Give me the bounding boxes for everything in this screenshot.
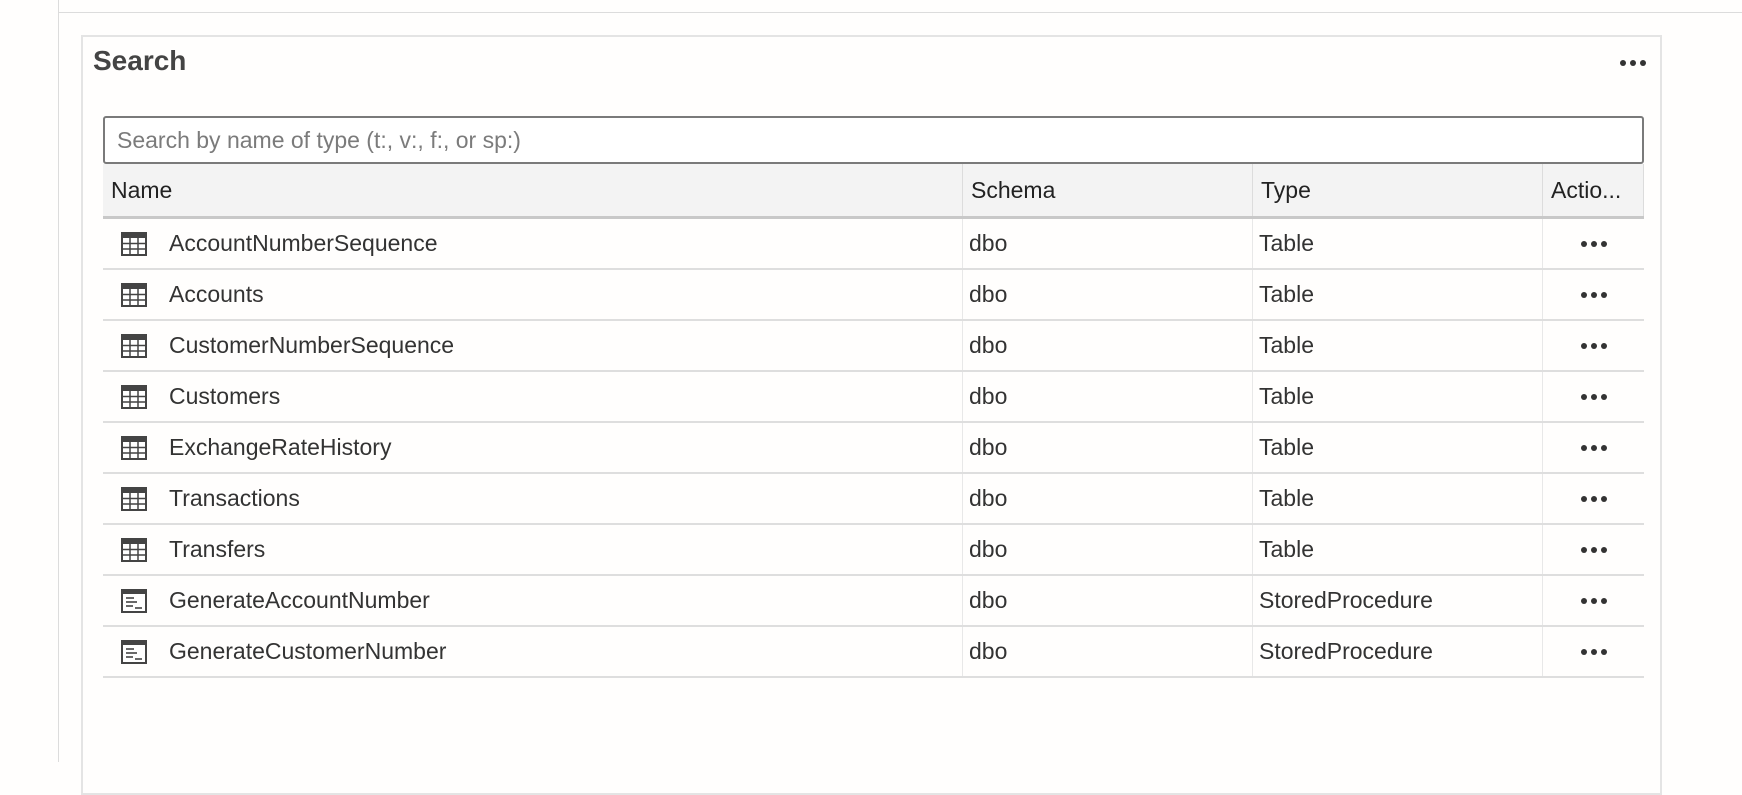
cell-actions — [1543, 423, 1644, 472]
row-more-options-icon[interactable] — [1575, 388, 1613, 406]
cell-type: Table — [1253, 372, 1543, 421]
object-name: GenerateAccountNumber — [169, 587, 430, 613]
object-name: ExchangeRateHistory — [169, 434, 392, 460]
cell-schema: dbo — [963, 321, 1253, 370]
cell-type: StoredProcedure — [1253, 627, 1543, 676]
table-icon — [121, 537, 147, 562]
cell-type: Table — [1253, 525, 1543, 574]
cell-actions — [1543, 474, 1644, 523]
object-name: CustomerNumberSequence — [169, 332, 455, 358]
table-row[interactable]: AccountNumberSequence dbo Table — [103, 219, 1644, 270]
cell-name: Accounts — [103, 270, 963, 319]
object-name: Transactions — [169, 485, 300, 511]
panel-title: Search — [93, 45, 187, 76]
outer-border-top — [58, 12, 1742, 13]
row-more-options-icon[interactable] — [1575, 235, 1613, 253]
cell-name: AccountNumberSequence — [103, 219, 963, 268]
cell-schema: dbo — [963, 219, 1253, 268]
table-icon — [121, 435, 147, 460]
cell-type: Table — [1253, 321, 1543, 370]
table-row[interactable]: GenerateAccountNumber dbo StoredProcedure — [103, 576, 1644, 627]
cell-schema: dbo — [963, 372, 1253, 421]
search-input[interactable] — [103, 116, 1644, 164]
cell-actions — [1543, 576, 1644, 625]
row-more-options-icon[interactable] — [1575, 439, 1613, 457]
cell-schema: dbo — [963, 474, 1253, 523]
results-grid: Name Schema Type Actio... AccountNumberS… — [103, 164, 1644, 678]
cell-type: Table — [1253, 270, 1543, 319]
object-name: Transfers — [169, 536, 266, 562]
cell-type: Table — [1253, 219, 1543, 268]
cell-actions — [1543, 525, 1644, 574]
cell-schema: dbo — [963, 627, 1253, 676]
table-icon — [121, 282, 147, 307]
table-row[interactable]: Transfers dbo Table — [103, 525, 1644, 576]
table-row[interactable]: Customers dbo Table — [103, 372, 1644, 423]
row-more-options-icon[interactable] — [1575, 592, 1613, 610]
cell-type: Table — [1253, 474, 1543, 523]
grid-body: AccountNumberSequence dbo Table Accounts dbo… — [103, 219, 1644, 678]
cell-type: Table — [1253, 423, 1543, 472]
cell-schema: dbo — [963, 270, 1253, 319]
cell-schema: dbo — [963, 576, 1253, 625]
table-icon — [121, 231, 147, 256]
table-row[interactable]: Transactions dbo Table — [103, 474, 1644, 525]
row-more-options-icon[interactable] — [1575, 286, 1613, 304]
row-more-options-icon[interactable] — [1575, 337, 1613, 355]
table-icon — [121, 384, 147, 409]
table-row[interactable]: GenerateCustomerNumber dbo StoredProcedure — [103, 627, 1644, 678]
object-name: Accounts — [169, 281, 264, 307]
cell-name: GenerateCustomerNumber — [103, 627, 963, 676]
table-row[interactable]: ExchangeRateHistory dbo Table — [103, 423, 1644, 474]
cell-schema: dbo — [963, 525, 1253, 574]
cell-name: CustomerNumberSequence — [103, 321, 963, 370]
cell-actions — [1543, 321, 1644, 370]
column-header-schema[interactable]: Schema — [963, 164, 1253, 216]
object-name: Customers — [169, 383, 281, 409]
stored-procedure-icon — [121, 639, 147, 664]
cell-schema: dbo — [963, 423, 1253, 472]
row-more-options-icon[interactable] — [1575, 490, 1613, 508]
cell-name: GenerateAccountNumber — [103, 576, 963, 625]
row-more-options-icon[interactable] — [1575, 643, 1613, 661]
object-name: GenerateCustomerNumber — [169, 638, 447, 664]
table-icon — [121, 333, 147, 358]
column-header-actions[interactable]: Actio... — [1543, 164, 1644, 216]
cell-name: Transactions — [103, 474, 963, 523]
cell-name: Customers — [103, 372, 963, 421]
stored-procedure-icon — [121, 588, 147, 613]
table-icon — [121, 486, 147, 511]
cell-name: Transfers — [103, 525, 963, 574]
cell-actions — [1543, 270, 1644, 319]
cell-type: StoredProcedure — [1253, 576, 1543, 625]
search-panel: Search Name Schema Type Actio... Account… — [81, 35, 1662, 795]
column-header-name[interactable]: Name — [103, 164, 963, 216]
cell-actions — [1543, 219, 1644, 268]
table-row[interactable]: CustomerNumberSequence dbo Table — [103, 321, 1644, 372]
cell-name: ExchangeRateHistory — [103, 423, 963, 472]
row-more-options-icon[interactable] — [1575, 541, 1613, 559]
outer-border-left — [58, 0, 59, 762]
object-name: AccountNumberSequence — [169, 230, 438, 256]
cell-actions — [1543, 627, 1644, 676]
column-header-type[interactable]: Type — [1253, 164, 1543, 216]
more-options-icon[interactable] — [1618, 51, 1648, 75]
cell-actions — [1543, 372, 1644, 421]
grid-header: Name Schema Type Actio... — [103, 164, 1644, 219]
table-row[interactable]: Accounts dbo Table — [103, 270, 1644, 321]
